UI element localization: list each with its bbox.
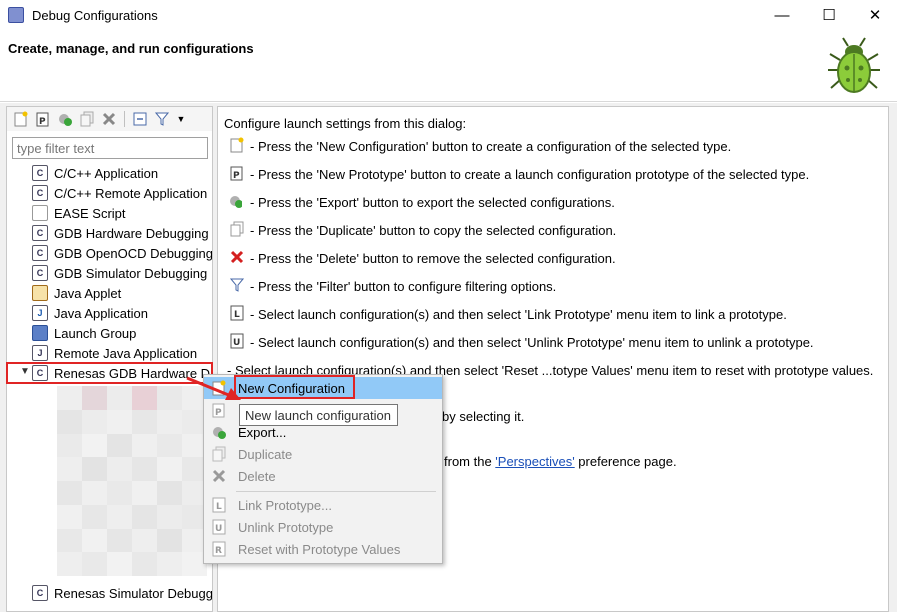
- help-line-unlink-prototype: - Select launch configuration(s) and the…: [250, 335, 814, 350]
- filter-icon: [230, 277, 244, 293]
- menu-item-unlink-prototype[interactable]: U Unlink Prototype: [204, 516, 442, 538]
- tree-item-java-applet[interactable]: Java Applet: [7, 283, 212, 303]
- collapse-all-button[interactable]: [130, 109, 150, 129]
- export-button[interactable]: [55, 109, 75, 129]
- collapse-all-icon: [133, 112, 147, 126]
- svg-text:P: P: [39, 117, 46, 127]
- c-renesas-icon: C: [32, 365, 48, 381]
- new-prototype-button[interactable]: P: [33, 109, 53, 129]
- annotation-arrow-icon: [186, 376, 241, 400]
- remote-java-icon: J: [32, 345, 48, 361]
- tree-item-java-application[interactable]: J Java Application: [7, 303, 212, 323]
- menu-separator: [236, 491, 436, 492]
- menu-item-reset-prototype-values[interactable]: R Reset with Prototype Values: [204, 538, 442, 560]
- filter-button[interactable]: [152, 109, 172, 129]
- help-line-duplicate: - Press the 'Duplicate' button to copy t…: [250, 223, 617, 238]
- help-line-delete: - Press the 'Delete' button to remove th…: [250, 251, 616, 266]
- help-line-partial-select: by selecting it.: [442, 409, 525, 424]
- new-config-icon: [230, 137, 244, 153]
- help-line-new-prototype: - Press the 'New Prototype' button to cr…: [250, 167, 810, 182]
- link-prototype-icon: L: [211, 497, 227, 513]
- duplicate-icon: [230, 221, 244, 237]
- dialog-heading: Create, manage, and run configurations: [8, 41, 254, 56]
- new-prototype-icon: P: [36, 112, 49, 127]
- help-intro: Configure launch settings from this dial…: [224, 116, 467, 131]
- filter-icon: [155, 112, 169, 126]
- applet-icon: [32, 285, 48, 301]
- c-openocd-icon: C: [32, 245, 48, 261]
- window-title: Debug Configurations: [32, 7, 158, 23]
- tree-item-renesas-simulator-debugging[interactable]: C Renesas Simulator Debugg: [7, 583, 212, 603]
- chevron-down-icon[interactable]: ▼: [20, 366, 30, 377]
- menu-item-duplicate[interactable]: Duplicate: [204, 443, 442, 465]
- export-icon: [228, 193, 242, 209]
- unlink-prototype-icon: U: [230, 333, 244, 349]
- tree-toolbar: P ▼: [7, 107, 212, 131]
- duplicate-icon: [80, 111, 94, 127]
- svg-text:L: L: [216, 502, 222, 512]
- menu-item-link-prototype[interactable]: L Link Prototype...: [204, 494, 442, 516]
- tree-item-gdb-hardware-debugging[interactable]: C GDB Hardware Debugging: [7, 223, 212, 243]
- tree-item-gdb-simulator-debugging[interactable]: C GDB Simulator Debugging: [7, 263, 212, 283]
- menu-item-delete[interactable]: Delete: [204, 465, 442, 487]
- c-app-icon: C: [32, 165, 48, 181]
- delete-button[interactable]: [99, 109, 119, 129]
- view-menu-button[interactable]: ▼: [174, 109, 188, 129]
- help-line-export: - Press the 'Export' button to export th…: [250, 195, 615, 210]
- tree-item-c-cpp-application[interactable]: C C/C++ Application: [7, 163, 212, 183]
- delete-icon: [211, 468, 227, 484]
- svg-text:P: P: [215, 408, 222, 418]
- new-prototype-icon: P: [230, 165, 244, 181]
- svg-text:R: R: [215, 546, 222, 556]
- script-icon: [32, 205, 48, 221]
- filter-input[interactable]: [12, 137, 208, 159]
- help-line-filter: - Press the 'Filter' button to configure…: [250, 279, 557, 294]
- maximize-button[interactable]: ☐: [806, 0, 852, 30]
- toolbar-separator: [124, 111, 125, 127]
- close-button[interactable]: ✕: [852, 0, 897, 30]
- tree-item-remote-java-application[interactable]: J Remote Java Application: [7, 343, 212, 363]
- context-menu: New Configuration P Export... Duplicate …: [203, 374, 443, 564]
- new-prototype-icon: P: [211, 402, 227, 418]
- perspectives-link[interactable]: 'Perspectives': [495, 454, 574, 469]
- chevron-down-icon: ▼: [176, 114, 186, 124]
- c-renesas-sim-icon: C: [32, 585, 48, 601]
- debug-bug-icon: [828, 37, 880, 93]
- help-line-link-prototype: - Select launch configuration(s) and the…: [250, 307, 787, 322]
- svg-text:L: L: [234, 310, 240, 320]
- tree-item-c-cpp-remote-application[interactable]: C C/C++ Remote Application: [7, 183, 212, 203]
- export-icon: [59, 114, 72, 126]
- link-prototype-icon: L: [230, 305, 244, 321]
- c-sim-icon: C: [32, 265, 48, 281]
- svg-text:P: P: [233, 171, 240, 181]
- svg-text:U: U: [215, 524, 222, 534]
- delete-icon: [102, 112, 116, 126]
- dialog-header: Create, manage, and run configurations: [0, 30, 897, 102]
- tooltip: New launch configuration: [239, 404, 398, 426]
- help-line-partial-perspectives: from the 'Perspectives' preference page.: [444, 454, 677, 469]
- export-icon: [211, 424, 227, 440]
- tree-item-ease-script[interactable]: EASE Script: [7, 203, 212, 223]
- c-remote-icon: C: [32, 185, 48, 201]
- delete-icon: [230, 249, 244, 265]
- blurred-child-items: [57, 386, 207, 576]
- duplicate-icon: [211, 446, 227, 462]
- new-configuration-button[interactable]: [11, 109, 31, 129]
- launch-group-icon: [32, 325, 48, 341]
- app-icon: [8, 7, 24, 23]
- minimize-button[interactable]: —: [759, 0, 805, 30]
- new-config-icon: [14, 111, 28, 127]
- java-app-icon: J: [32, 305, 48, 321]
- tree-item-renesas-gdb-hardware[interactable]: ▼ C Renesas GDB Hardware D: [6, 362, 213, 384]
- help-line-new-config: - Press the 'New Configuration' button t…: [250, 139, 732, 154]
- tree-item-gdb-openocd-debugging[interactable]: C GDB OpenOCD Debugging: [7, 243, 212, 263]
- reset-prototype-icon: R: [211, 541, 227, 557]
- c-hw-icon: C: [32, 225, 48, 241]
- svg-text:U: U: [233, 338, 240, 348]
- unlink-prototype-icon: U: [211, 519, 227, 535]
- duplicate-button[interactable]: [77, 109, 97, 129]
- tree-item-launch-group[interactable]: Launch Group: [7, 323, 212, 343]
